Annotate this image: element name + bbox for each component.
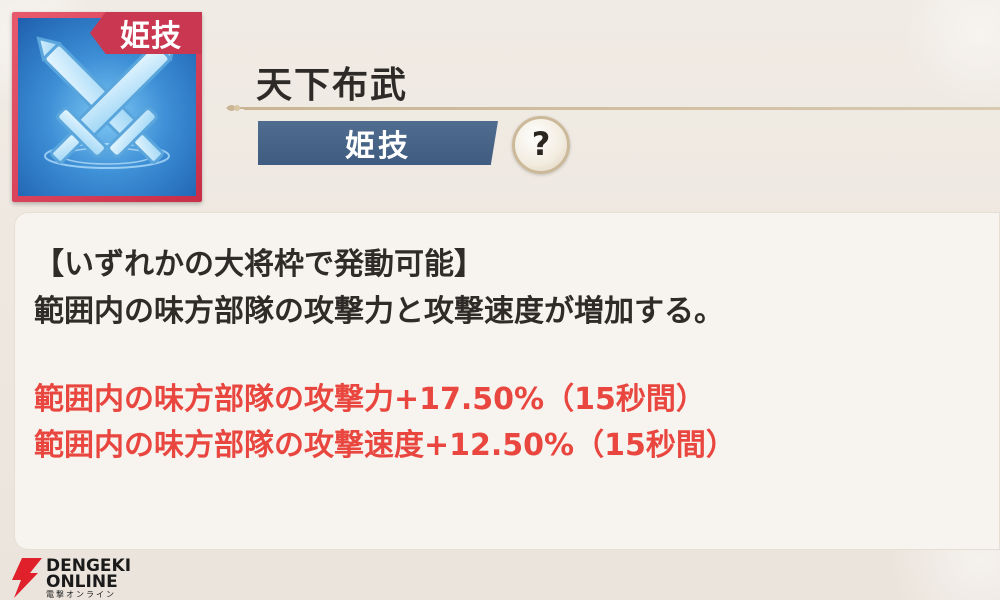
icon-badge: 姫技 xyxy=(90,12,202,54)
effect-attack: 範囲内の味方部隊の攻撃力+17.50%（15秒間） xyxy=(34,382,706,417)
skill-type-label: 姫技 xyxy=(258,121,498,165)
skill-summary: 範囲内の味方部隊の攻撃力と攻撃速度が増加する。 xyxy=(34,294,724,329)
activation-condition: 【いずれかの大将枠で発動可能】 xyxy=(34,247,484,282)
dengeki-online-watermark: DENGEKI ONLINE 電撃オンライン xyxy=(8,556,132,600)
title-divider xyxy=(244,107,1000,110)
skill-icon: 姫技 xyxy=(12,12,202,202)
effect-attack-speed: 範囲内の味方部隊の攻撃速度+12.50%（15秒間） xyxy=(34,428,736,463)
question-icon: ? xyxy=(531,125,551,163)
lightning-logo-icon xyxy=(12,558,42,598)
watermark-line3: 電撃オンライン xyxy=(46,590,116,599)
skill-title: 天下布武 xyxy=(256,65,409,106)
icon-badge-label: 姫技 xyxy=(120,19,182,54)
help-button[interactable]: ? xyxy=(512,116,570,174)
skill-type-text: 姫技 xyxy=(345,129,411,164)
watermark-line2: ONLINE xyxy=(46,572,118,592)
